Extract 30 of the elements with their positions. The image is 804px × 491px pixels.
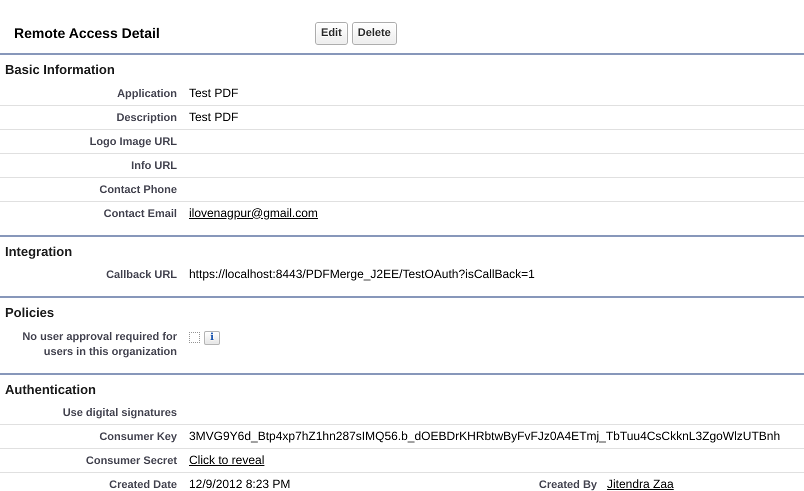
field-label: Logo Image URL bbox=[90, 136, 177, 148]
field-label: Consumer Key bbox=[99, 431, 177, 443]
field-label: Application bbox=[117, 88, 177, 100]
field-value: 3MVG9Y6d_Btp4xp7hZ1hn287sIMQ56.b_dOEBDrKHRbtwByFvFJz0A4ETmj_TbTuu4CsCkknL3ZgoWlzUTBnh bbox=[189, 429, 780, 443]
value-link[interactable]: ilovenagpur@gmail.com bbox=[189, 206, 318, 220]
section-title: Basic Information bbox=[5, 61, 116, 79]
value-link[interactable]: Click to reveal bbox=[189, 453, 264, 467]
page-title: Remote Access Detail bbox=[13, 24, 161, 43]
action-button[interactable]: Delete bbox=[352, 22, 397, 45]
field-value: https://localhost:8443/PDFMerge_J2EE/TestOAuth?isCallBack=1 bbox=[189, 267, 535, 281]
value-link[interactable]: Jitendra Zaa bbox=[607, 477, 674, 491]
field-value: Test PDF bbox=[189, 110, 238, 124]
field-value: 12/9/2012 8:23 PM bbox=[189, 477, 290, 491]
field-label: Info URL bbox=[131, 160, 177, 172]
field-label: Callback URL bbox=[106, 269, 177, 281]
field-label: Contact Phone bbox=[99, 184, 177, 196]
field-label: No user approval required for users in this organization bbox=[22, 330, 177, 358]
section-title: Integration bbox=[5, 242, 74, 261]
info-button[interactable]: i bbox=[204, 330, 220, 344]
section-title: Policies bbox=[5, 304, 56, 322]
field-label: Use digital signatures bbox=[62, 407, 177, 419]
section-title: Authentication bbox=[5, 380, 97, 398]
field-label: Created Date bbox=[109, 479, 177, 491]
field-value: Test PDF bbox=[189, 86, 238, 100]
action-button[interactable]: Edit bbox=[315, 22, 348, 45]
field-label: Consumer Secret bbox=[86, 455, 177, 467]
field-label: Contact Email bbox=[104, 208, 177, 220]
checkbox[interactable] bbox=[189, 332, 200, 343]
field-label: Created By bbox=[538, 479, 597, 491]
field-label: Description bbox=[116, 112, 177, 124]
